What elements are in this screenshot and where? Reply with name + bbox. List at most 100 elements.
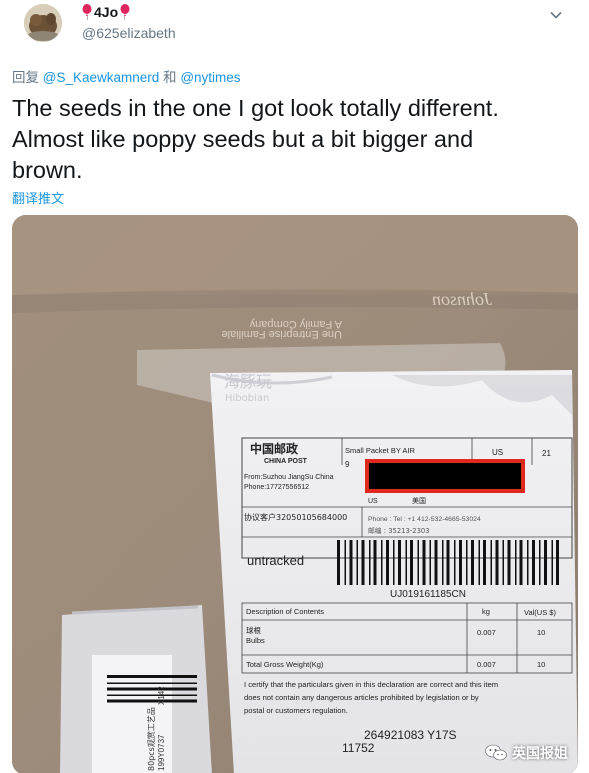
display-name-row[interactable]: 4Jo <box>82 4 130 20</box>
barcode-bar <box>107 675 197 678</box>
customs-label: 海豚玩 Hibobian 中国邮政 CHINA POST Small Packe… <box>210 370 578 773</box>
tweet-text-line: brown. <box>12 157 83 183</box>
bottom-code: 264921083 Y17S <box>364 728 457 742</box>
val-header: Val(US $) <box>524 608 556 617</box>
barcode-bar <box>422 540 426 585</box>
barcode-bar <box>502 540 504 585</box>
barcode-bar <box>373 540 377 585</box>
post-en: CHINA POST <box>264 458 308 465</box>
display-name: 4Jo <box>94 4 119 20</box>
barcode-bar <box>405 540 407 585</box>
barcode-bar <box>369 540 371 585</box>
barcode-bar <box>398 540 401 585</box>
barcode-bar <box>466 540 468 585</box>
user-handle[interactable]: @625elizabeth <box>82 25 176 41</box>
barcode-bar <box>356 540 358 585</box>
service-type: Small Packet BY AIR <box>345 446 415 455</box>
item-kg: 0.007 <box>477 628 496 637</box>
barcode-bar <box>556 540 559 585</box>
post-cn: 中国邮政 <box>250 441 299 456</box>
tweet-text-line: The seeds in the one I got look totally … <box>12 95 499 121</box>
certify-line: postal or customers regulation. <box>244 706 348 715</box>
tweet-header: 4Jo @625elizabeth <box>12 0 577 58</box>
translate-tweet-link[interactable]: 翻译推文 <box>12 188 64 207</box>
barcode-bar <box>417 540 419 585</box>
mention-link[interactable]: @nytimes <box>180 70 240 85</box>
item-cn: 球根 <box>246 625 261 635</box>
recipient-postcode: 邮编 : 35213-2303 <box>368 526 430 535</box>
barcode-bar <box>551 540 553 585</box>
barcode-bar <box>519 540 523 585</box>
packet-text: X142 <box>157 686 166 705</box>
barcode-bar <box>442 540 444 585</box>
number-9: 9 <box>345 460 350 469</box>
mention-link[interactable]: @S_Kaewkamnerd <box>43 70 160 85</box>
wechat-icon <box>485 744 507 761</box>
chevron-down-icon[interactable] <box>549 8 563 22</box>
user-avatar[interactable] <box>24 4 62 42</box>
barcode-bar <box>483 540 486 585</box>
barcode-bar <box>532 540 535 585</box>
barcode-bar <box>459 540 462 585</box>
barcode-bar <box>471 540 474 585</box>
bottom-code-2: 11752 <box>342 741 375 755</box>
customer-number: 协议客户32050105684000 <box>244 512 347 522</box>
redacted-address <box>369 463 521 489</box>
item-en: Bulbs <box>246 636 265 645</box>
total-kg: 0.007 <box>477 660 496 669</box>
packet-text: 199Y0737 <box>157 734 166 771</box>
faded-logo-en: Hibobian <box>225 393 269 404</box>
barcode-bar <box>544 540 547 585</box>
barcode-bar <box>495 540 499 585</box>
tweet-card: 4Jo @625elizabeth 回复 @S_Kaewkamnerd 和 @n… <box>0 0 589 773</box>
barcode-bar <box>434 540 438 585</box>
tweet-text-line: Almost like poppy seeds but a bit bigger… <box>12 126 474 152</box>
barcode-bar <box>478 540 480 585</box>
kg-header: kg <box>482 607 490 616</box>
barcode-bar <box>107 694 197 696</box>
barcode-bar <box>507 540 511 585</box>
barcode-bar <box>107 682 197 684</box>
barcode-bar <box>381 540 383 585</box>
item-val: 10 <box>537 628 545 637</box>
barcode-bar <box>107 687 197 691</box>
barcode-bar <box>539 540 541 585</box>
from-address: From:Suzhou JiangSu China <box>244 474 334 481</box>
total-val: 10 <box>537 660 545 669</box>
faded-logo: 海豚玩 <box>224 372 272 391</box>
reply-and: 和 <box>163 70 177 85</box>
barcode-bar <box>344 540 346 585</box>
country-box: US <box>492 448 503 457</box>
barcode-bar <box>515 540 517 585</box>
photo-image: Johnson A Family Company Une Entreprise … <box>12 215 578 773</box>
watermark-text: 英国报姐 <box>512 745 568 761</box>
tracking-number: UJ019161185CN <box>390 589 466 600</box>
barcode-bar <box>527 540 529 585</box>
reply-prefix: 回复 <box>12 70 39 85</box>
packet-text: 80pcs观赏工艺品 <box>146 707 156 771</box>
barcode-bar <box>337 540 340 585</box>
barcode-bar <box>429 540 431 585</box>
untracked-text: untracked <box>247 553 304 568</box>
barcode-bar <box>107 699 197 703</box>
avatar-image <box>24 4 62 42</box>
brand-subtext: Une Entreprise Familiale <box>222 328 342 340</box>
balloon-icon <box>82 4 92 20</box>
recipient-phone: Phone : Tel : +1 412-532-4665-53024 <box>368 516 481 523</box>
barcode-bar <box>454 540 456 585</box>
to-country-cn: 美国 <box>412 496 426 505</box>
watermark: 英国报姐 <box>485 743 568 763</box>
barcode-bar <box>361 540 365 585</box>
seed-packet: 80pcs观赏工艺品 199Y0737 X142 <box>60 605 212 773</box>
barcode-bar <box>393 540 395 585</box>
certify-line: does not contain any dangerous articles … <box>244 693 479 702</box>
brand-text: Johnson <box>432 289 492 309</box>
balloon-icon <box>120 4 130 20</box>
barcode-bar <box>349 540 353 585</box>
contents-header: Description of Contents <box>246 607 324 616</box>
barcode-bar <box>410 540 413 585</box>
total-label: Total Gross Weight(Kg) <box>246 660 324 669</box>
barcode-bar <box>386 540 389 585</box>
reply-context: 回复 @S_Kaewkamnerd 和 @nytimes <box>12 66 241 86</box>
tweet-photo[interactable]: Johnson A Family Company Une Entreprise … <box>12 215 578 773</box>
